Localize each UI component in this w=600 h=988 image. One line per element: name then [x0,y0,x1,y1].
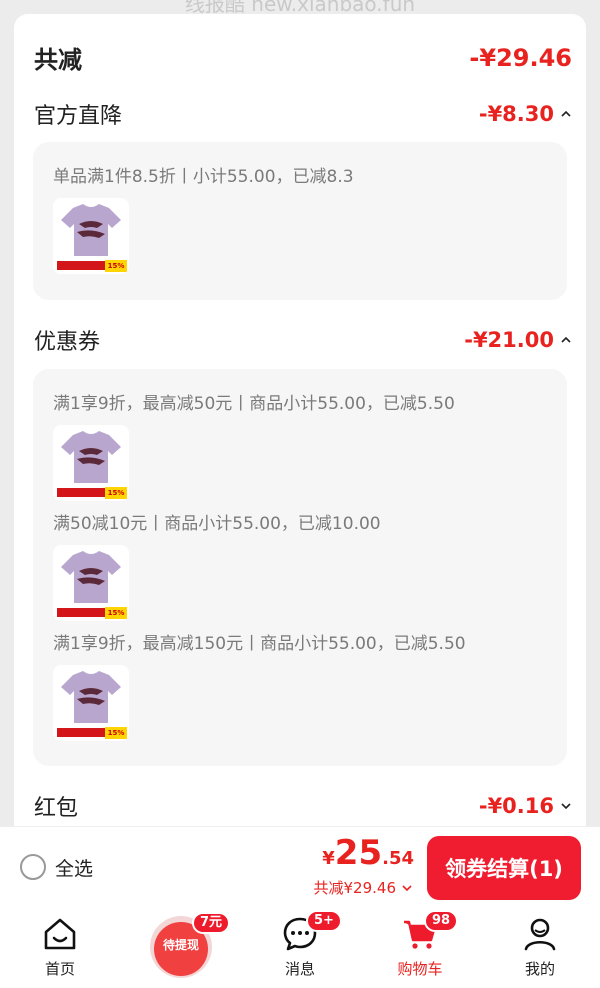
product-thumbnail[interactable]: 15% [53,198,129,274]
promo-tag-percent: 15% [105,607,127,619]
official-discount-amount: -¥8.30 [478,102,554,126]
select-all-label[interactable]: 全选 [55,854,93,881]
red-packet-label: 红包 [34,796,79,821]
tab-messages-label: 消息 [284,960,315,978]
tshirt-image [61,551,121,603]
coupon-label: 优惠券 [34,330,101,355]
red-packet-amount-wrap[interactable]: -¥0.16 [479,794,572,818]
checkout-bar: 全选 ¥ 25 .54 共减¥29.46 领券结算(1) [0,826,600,908]
promo-tag-percent: 15% [105,727,127,739]
tshirt-image [61,671,121,723]
red-packet-row[interactable]: 红包 -¥0.16 [34,790,572,822]
select-all-radio[interactable] [20,854,46,880]
price-currency: ¥ [322,848,335,869]
official-discount-row[interactable]: 官方直降 -¥8.30 [34,98,572,130]
coupon-rule: 满1享9折，最高减50元丨商品小计55.00，已减5.50 [53,394,455,414]
cash-promo-badge: 7元 [192,912,231,934]
chevron-up-icon[interactable] [560,108,572,120]
user-icon [524,918,556,951]
promo-tag-percent: 15% [105,487,127,499]
coupon-rule: 满1享9折，最高减150元丨商品小计55.00，已减5.50 [53,634,466,654]
official-discount-label: 官方直降 [34,104,123,129]
coupon-amount-wrap[interactable]: -¥21.00 [464,328,572,352]
official-discount-rule: 单品满1件8.5折丨小计55.00，已减8.3 [53,167,354,187]
home-icon [44,918,76,950]
cart-badge: 98 [424,910,459,932]
official-discount-card: 单品满1件8.5折丨小计55.00，已减8.3 15% [33,142,567,300]
red-packet-amount: -¥0.16 [478,794,554,818]
chevron-up-icon[interactable] [560,334,572,346]
total-reduction-amount: -¥29.46 [469,43,572,72]
chevron-down-icon[interactable] [560,800,572,812]
coupon-rule: 满50减10元丨商品小计55.00，已减10.00 [53,514,381,534]
tab-cart[interactable]: 98 购物车 [380,908,460,988]
product-thumbnail[interactable]: 15% [53,425,129,501]
price-decimal: .54 [382,848,414,869]
coupon-amount: -¥21.00 [464,328,554,352]
coupon-card: 满1享9折，最高减50元丨商品小计55.00，已减5.50 15% 满50减10… [33,369,567,766]
product-thumbnail[interactable]: 15% [53,665,129,741]
discount-detail-panel: 共减 -¥29.46 官方直降 -¥8.30 单品满1件8.5折丨小计55.00… [14,14,586,844]
tab-mine[interactable]: 我的 [500,908,580,988]
tab-home-label: 首页 [44,960,75,978]
bottom-tab-bar: 首页 待提现 7元 5+ 消息 98 购物车 我的 [0,908,600,988]
tab-home[interactable]: 首页 [20,908,100,988]
price-integer: 25 [334,833,383,873]
product-thumbnail[interactable]: 15% [53,545,129,621]
tshirt-image [61,204,121,256]
checkout-button[interactable]: 领券结算(1) [427,836,581,900]
cash-promo-text: 待提现 [162,938,199,952]
promo-tag-percent: 15% [105,260,127,272]
total-reduction-row: 共减 -¥29.46 [34,40,572,75]
official-discount-amount-wrap[interactable]: -¥8.30 [479,102,572,126]
chevron-down-icon [402,884,412,891]
total-price: ¥ 25 .54 [322,833,414,873]
tshirt-image [61,431,121,483]
reduction-summary-text: 共减¥29.46 [313,879,397,897]
tab-messages[interactable]: 5+ 消息 [260,908,342,988]
coupon-row[interactable]: 优惠券 -¥21.00 [34,324,572,356]
total-reduction-label: 共减 [34,46,82,74]
tab-cart-label: 购物车 [397,960,443,978]
reduction-summary[interactable]: 共减¥29.46 [314,877,415,898]
messages-badge: 5+ [306,910,342,932]
tab-mine-label: 我的 [524,960,555,978]
